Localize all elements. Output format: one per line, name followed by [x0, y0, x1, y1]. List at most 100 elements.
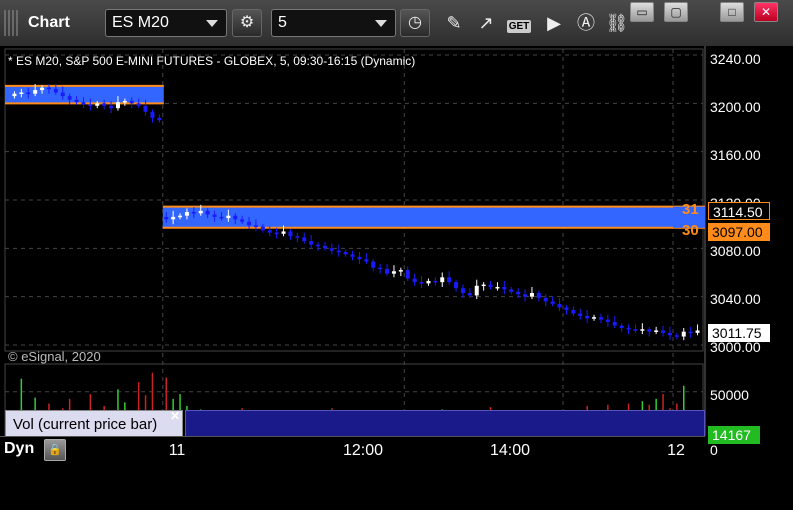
- candle-down: [433, 280, 438, 283]
- candle-down: [516, 291, 521, 295]
- candle-down: [419, 282, 424, 284]
- candle-down: [46, 87, 51, 90]
- candle-down: [212, 214, 217, 217]
- restore-icon: ▭: [636, 5, 648, 19]
- candle-down: [605, 319, 610, 323]
- candle-down: [295, 236, 300, 238]
- close-icon[interactable]: ✕: [170, 409, 180, 423]
- range-band: [162, 206, 674, 228]
- candle-down: [378, 267, 383, 270]
- candle-down: [247, 221, 252, 226]
- clock-icon: ◷: [408, 14, 422, 31]
- candle-up: [226, 215, 231, 219]
- volume-study-bar: [185, 410, 705, 437]
- candle-up: [474, 285, 479, 296]
- candle-down: [74, 99, 79, 103]
- window-restore-button[interactable]: ▭: [630, 2, 654, 22]
- candle-down: [191, 212, 196, 214]
- time-button[interactable]: ◷: [400, 9, 430, 37]
- candle-down: [329, 248, 334, 251]
- candle-down: [661, 330, 666, 333]
- candle-down: [336, 250, 341, 253]
- price-label: 3040.00: [710, 291, 761, 307]
- alert-button[interactable]: Ⓐ: [572, 10, 600, 36]
- candle-up: [12, 93, 17, 97]
- candle-down: [405, 270, 410, 279]
- lock-icon[interactable]: 🔒: [44, 439, 66, 461]
- last-price-tag: 3011.75: [708, 324, 770, 342]
- candle-down: [88, 104, 93, 107]
- window-close-button[interactable]: ✕: [754, 2, 778, 22]
- candle-down: [502, 286, 507, 290]
- drag-grip-icon[interactable]: [4, 10, 20, 36]
- candle-up: [40, 87, 45, 91]
- dynamic-mode-label[interactable]: Dyn: [4, 440, 34, 458]
- candle-down: [454, 282, 459, 289]
- candle-down: [343, 251, 348, 255]
- time-tick-label: 14:00: [489, 442, 531, 459]
- candle-down: [612, 322, 617, 326]
- candle-down: [667, 332, 672, 336]
- candle-down: [26, 92, 31, 94]
- band-high-price-tag: 3114.50: [708, 202, 770, 220]
- candle-up: [198, 210, 203, 214]
- close-icon: ✕: [760, 5, 772, 19]
- candle-down: [543, 297, 548, 302]
- pin-icon: ▢: [670, 5, 682, 19]
- candle-down: [364, 259, 369, 262]
- candle-up: [178, 215, 183, 218]
- get-icon: GET: [506, 20, 532, 33]
- link-button[interactable]: ⛓: [603, 10, 631, 36]
- candle-down: [626, 328, 631, 330]
- window-pin-button[interactable]: ▢: [664, 2, 688, 22]
- maximize-icon: □: [728, 5, 736, 19]
- window-title: Chart: [4, 10, 70, 36]
- candle-down: [143, 105, 148, 112]
- price-label: 3160.00: [710, 147, 761, 163]
- time-tick-label: 12: [667, 442, 685, 459]
- interval-combo[interactable]: 5: [271, 9, 396, 37]
- window-titlebar: Chart ES M20 ⚙ 5 ◷ ✎ ↗ GET ▶ Ⓐ ⛓ ▭ ▢ □ ✕: [0, 0, 793, 46]
- candle-down: [647, 329, 652, 332]
- candle-down: [267, 230, 272, 233]
- window-maximize-button[interactable]: □: [720, 2, 744, 22]
- candle-down: [619, 325, 624, 329]
- volume-label: 50000: [710, 387, 749, 403]
- price-label: 3080.00: [710, 243, 761, 259]
- draw-pencil-button[interactable]: ✎: [440, 10, 468, 36]
- get-button[interactable]: GET: [505, 10, 533, 36]
- candle-down: [633, 329, 638, 331]
- band-low-cut-label: 30: [682, 222, 699, 239]
- interval-value: 5: [278, 14, 287, 31]
- link-icon: ⛓: [605, 13, 629, 33]
- candle-down: [523, 294, 528, 297]
- pencil-icon: ✎: [446, 13, 462, 33]
- candle-down: [157, 117, 162, 121]
- trend-icon: ↗: [478, 13, 494, 33]
- candle-down: [274, 232, 279, 235]
- candle-down: [585, 315, 590, 319]
- chevron-down-icon: [375, 20, 387, 27]
- candle-down: [302, 237, 307, 242]
- candle-up: [19, 92, 24, 94]
- candle-up: [95, 103, 100, 106]
- candle-up: [640, 329, 645, 331]
- candle-down: [674, 335, 679, 337]
- volume-study-label[interactable]: Vol (current price bar): [5, 410, 183, 437]
- candle-down: [322, 245, 327, 249]
- candle-down: [571, 309, 576, 314]
- price-label: 3200.00: [710, 99, 761, 115]
- candle-up: [529, 293, 534, 297]
- chart-area[interactable]: * ES M20, S&P 500 E-MINI FUTURES - GLOBE…: [0, 46, 793, 510]
- settings-button[interactable]: ⚙: [232, 9, 262, 37]
- studies-button[interactable]: ↗: [472, 10, 500, 36]
- candle-up: [33, 90, 38, 94]
- play-button[interactable]: ▶: [540, 10, 568, 36]
- candle-down: [550, 301, 555, 304]
- candle-down: [102, 103, 107, 106]
- candle-up: [115, 102, 120, 109]
- candle-up: [681, 331, 686, 337]
- candle-up: [440, 277, 445, 283]
- symbol-combo[interactable]: ES M20: [105, 9, 227, 37]
- band-high-cut-label: 31: [682, 201, 699, 218]
